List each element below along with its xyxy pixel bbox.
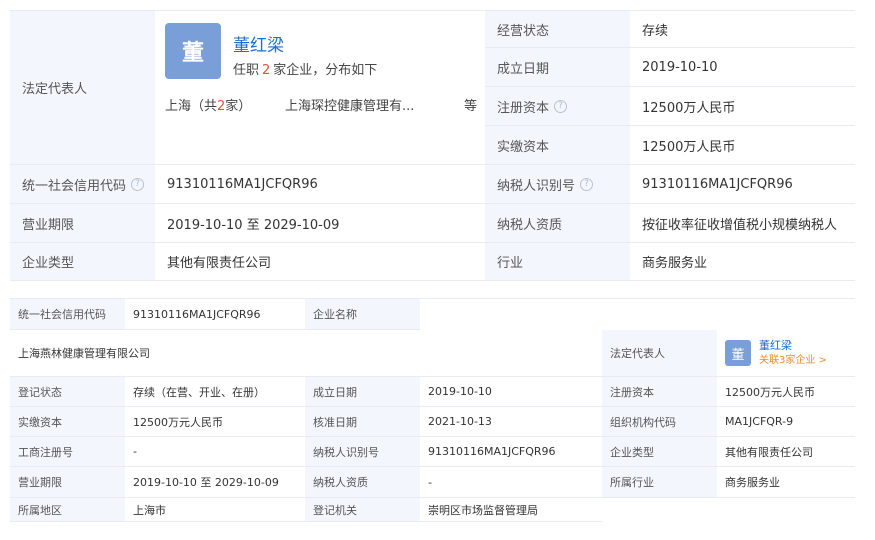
company-name-label: 企业名称 xyxy=(305,299,420,330)
info-circle-icon[interactable]: ? xyxy=(554,99,568,113)
taxpayer-qual-value: - xyxy=(420,467,602,498)
biz-reg-no-value: - xyxy=(125,437,305,467)
posts-count[interactable]: 2 xyxy=(259,63,273,78)
legal-rep-name-link[interactable]: 董红梁 xyxy=(759,338,827,353)
company-info-table-primary: 法定代表人 董 董红梁 任职 2 家企业，分布如下 上海（共2家） 上海琛控健康管理… xyxy=(10,10,855,290)
reg-capital-label: 注册资本 xyxy=(602,377,717,407)
rep-company-link[interactable]: 上海琛控健康管理有... xyxy=(285,95,414,114)
related-companies-link[interactable]: 关联3家企业 > xyxy=(759,353,827,368)
status-value: 存续 xyxy=(630,11,855,48)
reg-capital-label: 注册资本? xyxy=(485,87,630,126)
type-value: 其他有限责任公司 xyxy=(717,437,855,467)
biz-reg-no-label: 工商注册号 xyxy=(10,437,125,467)
legal-rep-cell: 董 董红梁 任职 2 家企业，分布如下 上海（共2家） 上海琛控健康管理有... 等 xyxy=(155,11,485,165)
reg-status-value: 存续（在营、开业、在册） xyxy=(125,377,305,407)
credit-code-value: 91310116MA1JCFQR96 xyxy=(155,165,485,204)
region-label: 所属地区 xyxy=(10,498,125,522)
taxpayer-qual-value: 按征收率征收增值税小规模纳税人 xyxy=(630,204,855,243)
industry-label: 所属行业 xyxy=(602,467,717,498)
rep-more-link[interactable]: 等 xyxy=(464,95,477,114)
taxpayer-qual-label: 纳税人资质 xyxy=(485,204,630,243)
taxpayer-id-value: 91310116MA1JCFQR96 xyxy=(420,437,602,467)
industry-label: 行业 xyxy=(485,243,630,281)
legal-rep-label: 法定代表人 xyxy=(602,330,717,377)
type-label: 企业类型 xyxy=(10,243,155,281)
est-date-label: 成立日期 xyxy=(485,48,630,87)
type-value: 其他有限责任公司 xyxy=(155,243,485,281)
paid-capital-label: 实缴资本 xyxy=(10,407,125,437)
avatar[interactable]: 董 xyxy=(725,340,751,366)
avatar[interactable]: 董 xyxy=(165,23,221,79)
legal-rep-label: 法定代表人 xyxy=(10,11,155,165)
company-name-value: 上海燕林健康管理有限公司 xyxy=(10,330,602,377)
org-code-value: MA1JCFQR-9 xyxy=(717,407,855,437)
legal-rep-cell: 董 董红梁 关联3家企业 > xyxy=(717,330,855,377)
authority-label: 登记机关 xyxy=(305,498,420,522)
term-label: 营业期限 xyxy=(10,467,125,498)
industry-value: 商务服务业 xyxy=(630,243,855,281)
term-label: 营业期限 xyxy=(10,204,155,243)
info-circle-icon[interactable]: ? xyxy=(131,177,145,191)
taxpayer-id-label: 纳税人识别号 xyxy=(305,437,420,467)
term-value: 2019-10-10 至 2029-10-09 xyxy=(125,467,305,498)
reg-capital-value: 12500万元人民币 xyxy=(717,377,855,407)
term-value: 2019-10-10 至 2029-10-09 xyxy=(155,204,485,243)
credit-code-value: 91310116MA1JCFQR96 xyxy=(125,299,305,330)
credit-code-label: 统一社会信用代码 xyxy=(10,299,125,330)
company-info-table-registry: 统一社会信用代码 91310116MA1JCFQR96 企业名称 上海燕林健康管… xyxy=(10,298,855,522)
authority-value: 崇明区市场监督管理局 xyxy=(420,498,602,522)
info-circle-icon[interactable]: ? xyxy=(580,177,594,191)
credit-code-label: 统一社会信用代码? xyxy=(10,165,155,204)
est-date-value: 2019-10-10 xyxy=(630,48,855,87)
type-label: 企业类型 xyxy=(602,437,717,467)
taxpayer-id-value: 91310116MA1JCFQR96 xyxy=(630,165,855,204)
org-code-label: 组织机构代码 xyxy=(602,407,717,437)
paid-capital-value: 12500万元人民币 xyxy=(125,407,305,437)
est-date-label: 成立日期 xyxy=(305,377,420,407)
region-value: 上海市 xyxy=(125,498,305,522)
est-date-value: 2019-10-10 xyxy=(420,377,602,407)
taxpayer-id-label: 纳税人识别号? xyxy=(485,165,630,204)
taxpayer-qual-label: 纳税人资质 xyxy=(305,467,420,498)
paid-capital-value: 12500万人民币 xyxy=(630,126,855,165)
approve-date-label: 核准日期 xyxy=(305,407,420,437)
industry-value: 商务服务业 xyxy=(717,467,855,498)
legal-rep-posts: 任职 2 家企业，分布如下 xyxy=(233,63,378,78)
legal-rep-name-link[interactable]: 董红梁 xyxy=(233,31,284,56)
status-label: 经营状态 xyxy=(485,11,630,48)
reg-status-label: 登记状态 xyxy=(10,377,125,407)
reg-capital-value: 12500万人民币 xyxy=(630,87,855,126)
rep-region[interactable]: 上海（共2家） xyxy=(165,95,251,114)
approve-date-value: 2021-10-13 xyxy=(420,407,602,437)
paid-capital-label: 实缴资本 xyxy=(485,126,630,165)
